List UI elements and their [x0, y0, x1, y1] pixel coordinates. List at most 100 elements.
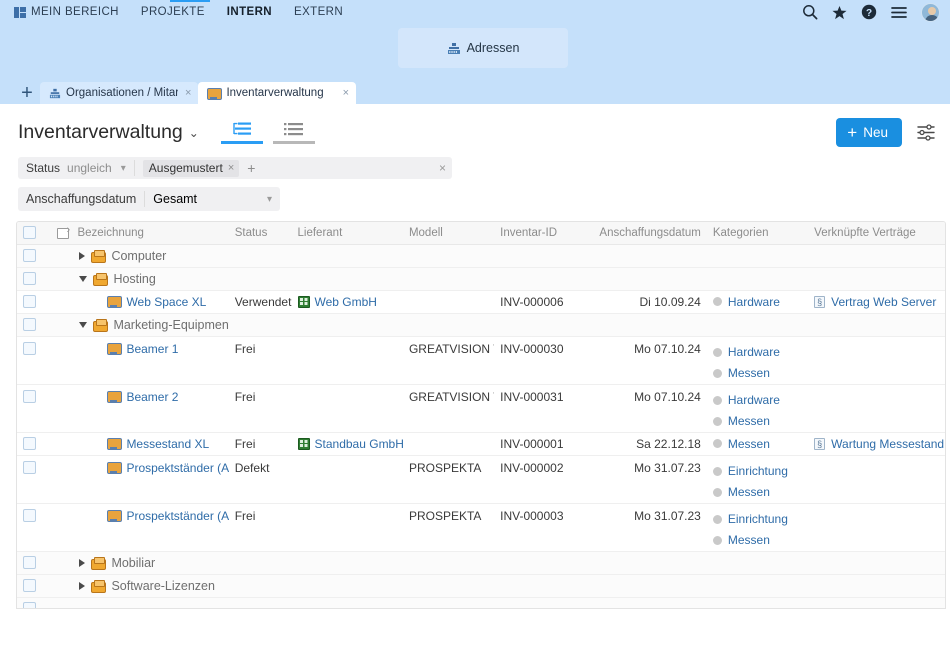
item-name-link[interactable]: Beamer 1 [126, 342, 178, 356]
nav-label: MEIN BEREICH [31, 6, 119, 18]
row-checkbox[interactable] [23, 602, 36, 608]
submenu-button-adressen[interactable]: Adressen [398, 28, 568, 68]
category-tag[interactable]: Einrichtung [712, 461, 802, 482]
row-checkbox[interactable] [23, 556, 36, 569]
row-checkbox[interactable] [23, 341, 36, 355]
expand-group-icon[interactable] [79, 558, 86, 567]
row-checkbox[interactable] [23, 295, 36, 308]
package-icon [93, 272, 109, 286]
expand-group-icon[interactable] [79, 581, 86, 590]
column-header-kategorien[interactable]: Kategorien [706, 222, 809, 245]
nav-item-projekte[interactable]: PROJEKTE [141, 0, 205, 24]
item-name-link[interactable]: Prospektständer (A4) 1 [126, 461, 228, 475]
collapse-group-icon[interactable] [79, 321, 88, 328]
select-all-checkbox[interactable] [23, 226, 36, 240]
collapse-group-icon[interactable] [79, 275, 88, 282]
clear-filter-button[interactable]: × [439, 161, 446, 175]
cell-inventar-id: INV-000006 [494, 290, 588, 314]
cell-bezeichnung: Mobiliar [51, 551, 229, 575]
cell-status: Frei [228, 432, 292, 456]
supplier-link[interactable]: Standbau GmbH [315, 437, 403, 451]
list-view-toggle[interactable] [272, 122, 315, 144]
category-tag[interactable]: Messen [712, 482, 802, 503]
table-row[interactable]: Prospektständer (A4) 1Defekt PROSPEKTAINV… [17, 455, 945, 504]
category-tag[interactable]: Hardware [712, 291, 802, 312]
cell-vertraege [808, 267, 945, 291]
category-tag[interactable]: Messen [712, 411, 802, 432]
cell-bezeichnung: Web Space XL [51, 290, 229, 314]
category-tag[interactable]: Hardware [712, 390, 802, 411]
row-checkbox[interactable] [23, 579, 36, 592]
contract-link-row[interactable]: § Wartung Messestand [814, 433, 944, 454]
row-checkbox[interactable] [23, 272, 36, 285]
item-name-link[interactable]: Beamer 2 [126, 390, 178, 404]
table-group-row[interactable]: Marketing-Equipment [17, 313, 945, 337]
divider [144, 191, 146, 207]
submenu-button-label: Adressen [466, 41, 520, 55]
search-icon[interactable] [802, 4, 818, 20]
category-tag[interactable]: Einrichtung [712, 509, 802, 530]
row-checkbox[interactable] [23, 389, 36, 403]
tab-organisationen[interactable]: Organisationen / Mitarb × [40, 82, 199, 104]
new-button[interactable]: + Neu [836, 118, 902, 147]
column-header-inventar-id[interactable]: Inventar-ID [494, 222, 588, 245]
avatar[interactable] [921, 2, 940, 22]
category-tag[interactable]: Messen [712, 530, 802, 551]
table-group-row[interactable]: Software-Lizenzen [17, 574, 945, 598]
table-row[interactable]: Prospektständer (A4) 2Frei PROSPEKTAINV-0… [17, 503, 945, 552]
row-checkbox[interactable] [23, 437, 36, 450]
column-header-lieferant[interactable]: Lieferant [291, 222, 403, 245]
new-tab-button[interactable]: + [14, 82, 40, 104]
category-tag[interactable]: Hardware [712, 342, 802, 363]
add-filter-value-button[interactable]: + [247, 160, 255, 176]
page-title[interactable]: Inventarverwaltung ⌄ [18, 121, 199, 144]
table-empty-row[interactable] [17, 597, 945, 608]
package-icon [91, 556, 107, 570]
tab-close-icon[interactable]: × [343, 87, 349, 99]
help-icon[interactable]: ? [861, 4, 877, 20]
group-label: Marketing-Equipment [113, 317, 229, 332]
column-header-bezeichnung[interactable]: Bezeichnung [51, 222, 229, 245]
column-header-modell[interactable]: Modell [402, 222, 495, 245]
chevron-down-icon[interactable]: ▾ [121, 163, 126, 174]
filter-anschaffungsdatum[interactable]: Anschaffungsdatum Gesamt ▾ [18, 187, 280, 211]
category-label: Hardware [727, 393, 780, 407]
star-icon[interactable] [832, 5, 847, 20]
row-checkbox[interactable] [23, 460, 36, 474]
table-row[interactable]: Web Space XL Verwendet Web GmbH INV-000006 D… [17, 290, 945, 314]
nav-item-extern[interactable]: EXTERN [294, 0, 343, 24]
table-group-row[interactable]: Hosting [17, 267, 945, 291]
nav-item-mein-bereich[interactable]: MEIN BEREICH [14, 0, 119, 24]
row-checkbox[interactable] [23, 249, 36, 262]
cell-kategorien [706, 267, 809, 291]
row-checkbox[interactable] [23, 318, 36, 331]
cell-vertraege [808, 455, 945, 504]
category-tag[interactable]: Messen [712, 363, 802, 384]
nav-item-intern[interactable]: INTERN [227, 0, 272, 24]
filter-chip-ausgemustert[interactable]: Ausgemustert × [142, 159, 240, 177]
tab-inventarverwaltung[interactable]: Inventarverwaltung × [198, 82, 357, 104]
expand-group-icon[interactable] [79, 251, 86, 260]
menu-icon[interactable] [891, 6, 907, 19]
item-name-link[interactable]: Web Space XL [126, 295, 206, 309]
table-group-row[interactable]: Computer [17, 244, 945, 268]
column-header-status[interactable]: Status [228, 222, 292, 245]
row-checkbox[interactable] [23, 508, 36, 522]
table-group-row[interactable]: Mobiliar [17, 551, 945, 575]
table-row[interactable]: Messestand XL Frei Standbau GmbH INV-000001… [17, 432, 945, 456]
column-header-anschaffungsdatum[interactable]: Anschaffungsdatum [587, 222, 707, 245]
item-name-link[interactable]: Messestand XL [126, 437, 209, 451]
tree-view-toggle[interactable] [220, 122, 263, 144]
tab-close-icon[interactable]: × [185, 87, 191, 99]
sliders-icon[interactable] [916, 124, 936, 141]
chevron-down-icon[interactable]: ⌄ [189, 126, 199, 140]
table-row[interactable]: Beamer 1 Frei GREATVISION V INV-000030 Mo 07… [17, 336, 945, 385]
item-name-link[interactable]: Prospektständer (A4) 2 [126, 509, 228, 523]
category-tag[interactable]: Messen [712, 433, 802, 454]
chevron-down-icon[interactable]: ▾ [267, 194, 272, 205]
contract-link-row[interactable]: § Vertrag Web Server [814, 291, 939, 312]
table-row[interactable]: Beamer 2 Frei GREATVISION V INV-000031 Mo 07… [17, 384, 945, 433]
supplier-link[interactable]: Web GmbH [315, 295, 377, 309]
column-header-vertraege[interactable]: Verknüpfte Verträge [808, 222, 945, 245]
close-icon[interactable]: × [228, 162, 234, 174]
